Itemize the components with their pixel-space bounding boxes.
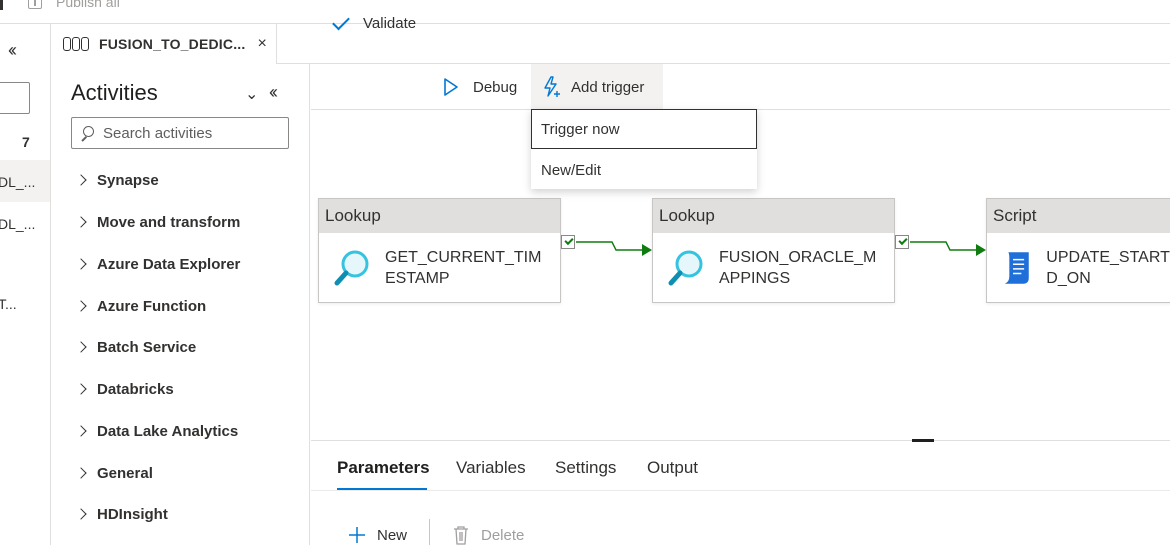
activity-category[interactable]: Azure Function	[75, 295, 206, 317]
tab-variables[interactable]: Variables	[456, 458, 526, 492]
new-edit-menu-item[interactable]: New/Edit	[531, 150, 757, 190]
lookup-icon	[668, 250, 703, 286]
activity-type: Lookup	[319, 199, 560, 233]
new-label: New	[377, 526, 408, 544]
category-label: Move and transform	[97, 213, 241, 231]
category-label: Data Lake Analytics	[97, 422, 239, 440]
activity-card-lookup-2[interactable]: Lookup FUSION_ORACLE_MAPPINGS	[652, 198, 895, 303]
tab-output[interactable]: Output	[647, 458, 698, 492]
activity-category[interactable]: Batch Service	[75, 336, 196, 358]
chevron-right-icon	[75, 467, 87, 479]
activities-panel: Activities ⌄ ‹‹ Synapse Move and transfo…	[51, 64, 310, 545]
debug-label: Debug	[473, 78, 518, 96]
resize-handle[interactable]	[912, 439, 934, 442]
publish-icon	[28, 0, 42, 9]
category-label: Azure Function	[97, 297, 207, 315]
delete-parameter-button[interactable]: Delete	[452, 525, 524, 545]
panel-divider	[311, 440, 1170, 441]
chevron-right-icon	[75, 341, 87, 353]
publish-all-button[interactable]: Publish all	[28, 0, 120, 10]
activity-category[interactable]: Databricks	[75, 378, 174, 400]
connector-arrow	[910, 241, 986, 256]
publish-all-label: Publish all	[56, 0, 120, 10]
activity-category[interactable]: Data Lake Analytics	[75, 420, 238, 442]
lightning-icon	[544, 76, 560, 97]
selected-tab-indicator	[337, 488, 427, 490]
activity-category[interactable]: Azure Data Explorer	[75, 253, 240, 275]
activity-category[interactable]: General	[75, 462, 153, 484]
tab-settings[interactable]: Settings	[555, 458, 616, 492]
close-icon[interactable]: ×	[257, 35, 266, 53]
category-label: Synapse	[97, 171, 159, 189]
trigger-now-menu-item[interactable]: Trigger now	[531, 109, 757, 149]
activity-type: Lookup	[653, 199, 894, 233]
search-activities-input[interactable]	[103, 124, 283, 142]
activity-category[interactable]: Move and transform	[75, 211, 240, 233]
tab-parameters[interactable]: Parameters	[337, 458, 430, 492]
activity-category[interactable]: Synapse	[75, 169, 159, 191]
category-label: Batch Service	[97, 338, 197, 356]
play-icon	[444, 78, 458, 96]
chevron-right-icon	[75, 383, 87, 395]
resource-panel: ‹‹ 7 DL_... DL_... T...	[0, 24, 51, 545]
pipeline-icon	[63, 37, 89, 51]
trigger-menu: Trigger now New/Edit	[531, 109, 757, 189]
activity-name: GET_CURRENT_TIMESTAMP	[385, 249, 542, 287]
command-separator	[429, 519, 430, 545]
toolbar-edge	[0, 0, 3, 10]
chevron-right-icon	[75, 425, 87, 437]
category-label: Databricks	[97, 380, 174, 398]
top-toolbar: Publish all	[0, 0, 1170, 24]
activity-name: FUSION_ORACLE_MAPPINGS	[719, 249, 877, 287]
add-trigger-button[interactable]: Add trigger	[531, 64, 663, 110]
delete-label: Delete	[481, 526, 525, 544]
trash-icon	[454, 526, 468, 545]
chevron-right-icon	[75, 300, 87, 312]
script-icon	[1004, 252, 1029, 284]
activity-name: UPDATE_STARTED_ON	[1046, 249, 1170, 287]
chevron-right-icon	[75, 508, 87, 520]
editor-tabbar: FUSION_TO_DEDIC... ×	[51, 24, 1170, 64]
chevron-right-icon	[75, 174, 87, 186]
resource-item[interactable]: DL_...	[0, 216, 35, 232]
filter-input[interactable]	[0, 82, 30, 114]
resource-item[interactable]: T...	[0, 296, 17, 312]
category-label: HDInsight	[97, 505, 168, 523]
activity-card-script[interactable]: Script UPDATE_STARTED_ON	[986, 198, 1170, 303]
success-output-icon[interactable]	[895, 235, 911, 251]
collapse-all-icon[interactable]: ⌄	[245, 84, 258, 104]
tab-title: FUSION_TO_DEDIC...	[99, 36, 246, 52]
check-icon	[332, 12, 350, 30]
connector-arrow	[576, 241, 652, 256]
success-output-icon[interactable]	[561, 235, 577, 251]
activity-category[interactable]: HDInsight	[75, 503, 168, 525]
activity-card-lookup-1[interactable]: Lookup GET_CURRENT_TIMESTAMP	[318, 198, 561, 303]
plus-icon	[349, 527, 365, 543]
debug-button[interactable]: Debug	[443, 64, 517, 110]
resource-count: 7	[22, 134, 30, 150]
search-activities-box[interactable]	[71, 117, 289, 149]
chevron-right-icon	[75, 216, 87, 228]
chevron-right-icon	[75, 258, 87, 270]
activity-type: Script	[987, 199, 1170, 233]
command-bar	[311, 64, 1170, 110]
activities-heading: Activities	[71, 80, 158, 105]
add-trigger-label: Add trigger	[571, 78, 645, 96]
search-icon	[80, 126, 94, 140]
category-label: Azure Data Explorer	[97, 255, 241, 273]
new-parameter-button[interactable]: New	[347, 525, 407, 545]
validate-label: Validate	[363, 14, 417, 32]
tab-strip-border	[311, 490, 1170, 491]
collapse-panel-icon[interactable]: ‹‹	[269, 82, 278, 103]
resource-item[interactable]: DL_...	[0, 174, 35, 190]
lookup-icon	[334, 250, 369, 286]
category-label: General	[97, 464, 153, 482]
validate-button[interactable]: Validate	[332, 0, 417, 46]
tab-pipeline[interactable]: FUSION_TO_DEDIC... ×	[51, 24, 277, 64]
collapse-panel-icon[interactable]: ‹‹	[8, 40, 17, 61]
